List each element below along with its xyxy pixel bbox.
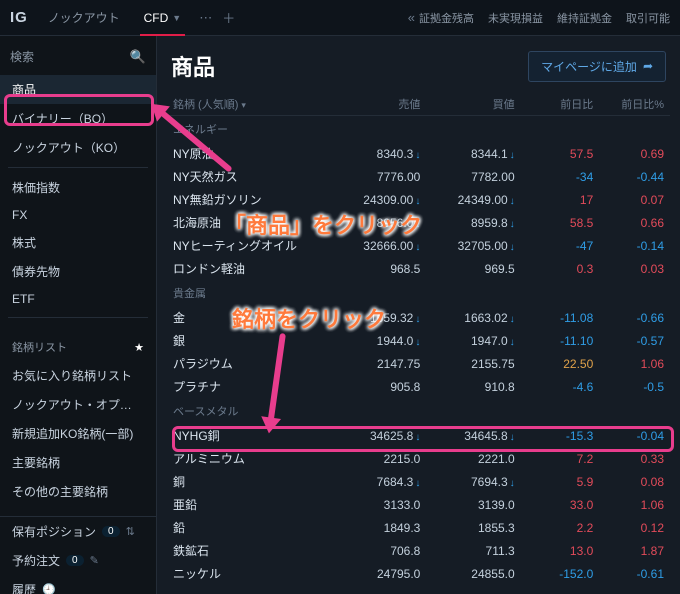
watchlist-header: 銘柄リスト ★ (0, 333, 156, 361)
table-row[interactable]: 亜鉛3133.03139.033.01.06 (167, 493, 670, 516)
sidebar-item[interactable]: ノックアウト（KO） (0, 133, 156, 162)
chevron-down-icon: ▼ (172, 13, 181, 23)
main-header: 商品 マイページに追加 ➦ (157, 36, 680, 92)
scroll-left-icon[interactable]: « (408, 10, 415, 25)
star-icon[interactable]: ★ (134, 341, 144, 354)
count-badge: 0 (66, 555, 84, 566)
page-title: 商品 (171, 50, 215, 82)
table-row[interactable]: 北海原油8956.0↓8959.8↓58.50.66 (167, 211, 670, 234)
search-row[interactable]: 検索 🔍 (10, 48, 146, 65)
watchlist-list: お気に入り銘柄リストノックアウト・オプ…新規追加KO銘柄(一部)主要銘柄その他の… (0, 361, 156, 506)
account-summary: 証拠金残高 未実現損益 維持証拠金 取引可能 (419, 10, 670, 26)
sidebar-item[interactable]: ETF (0, 286, 156, 312)
sidebar-bottom-item[interactable]: 保有ポジション0⇅ (0, 517, 156, 546)
item-icon: 🕘 (42, 583, 56, 594)
app-root: IG ノックアウト CFD ▼ ⋯ ＋ « 証拠金残高 未実現損益 維持証拠金 … (0, 0, 680, 594)
table-row[interactable]: パラジウム2147.752155.7522.501.06 (167, 352, 670, 375)
table-row[interactable]: ニッケル24795.024855.0-152.0-0.61 (167, 562, 670, 585)
col-change-pct[interactable]: 前日比% (599, 96, 670, 112)
table-row[interactable]: 鉄鉱石706.8711.313.01.87 (167, 539, 670, 562)
table-row[interactable]: 金1659.32↓1663.02↓-11.08-0.66 (167, 306, 670, 329)
topbar: IG ノックアウト CFD ▼ ⋯ ＋ « 証拠金残高 未実現損益 維持証拠金 … (0, 0, 680, 36)
col-change[interactable]: 前日比 (521, 96, 600, 112)
table-row[interactable]: NYHG銅34625.8↓34645.8↓-15.3-0.04 (167, 424, 670, 447)
table-row[interactable]: NYヒーティングオイル32666.00↓32705.00↓-47-0.14 (167, 234, 670, 257)
sidebar-item[interactable]: 商品 (0, 75, 156, 104)
sidebar: 検索 🔍 商品バイナリー（BO）ノックアウト（KO） 株価指数FX株式債券先物ET… (0, 36, 157, 594)
tab-label: ノックアウト (48, 9, 120, 26)
table-row[interactable]: 銅7684.3↓7694.3↓5.90.08 (167, 470, 670, 493)
sidebar-item[interactable]: 株価指数 (0, 173, 156, 202)
pnl-label[interactable]: 未実現損益 (488, 10, 543, 26)
sidebar-item[interactable]: その他の主要銘柄 (0, 477, 156, 506)
col-name[interactable]: 銘柄 (人気順)▾ (167, 96, 332, 112)
table-row[interactable]: NY天然ガス7776.007782.00-34-0.44 (167, 165, 670, 188)
tab-more-icon[interactable]: ⋯ (199, 10, 212, 26)
section-header: 貴金属 (167, 280, 670, 306)
table-header: 銘柄 (人気順)▾ 売値 買値 前日比 前日比% (167, 92, 670, 116)
sidebar-bottom-item[interactable]: 履歴🕘 (0, 575, 156, 594)
tab-cfd[interactable]: CFD ▼ (134, 0, 192, 36)
item-icon: ✎ (90, 554, 99, 567)
main-panel: 商品 マイページに追加 ➦ 銘柄 (人気順)▾ 売値 買値 前日比 前日比% エ… (157, 36, 680, 594)
col-buy[interactable]: 買値 (426, 96, 520, 112)
item-icon: ⇅ (126, 525, 135, 538)
balance-label[interactable]: 証拠金残高 (419, 10, 474, 26)
table-row[interactable]: NY無鉛ガソリン24309.00↓24349.00↓170.07 (167, 188, 670, 211)
search-icon: 🔍 (130, 49, 146, 65)
add-to-mypage-button[interactable]: マイページに追加 ➦ (528, 51, 666, 82)
sidebar-item[interactable]: 主要銘柄 (0, 448, 156, 477)
sidebar-item[interactable]: バイナリー（BO） (0, 104, 156, 133)
col-sell[interactable]: 売値 (332, 96, 426, 112)
sort-icon: ▾ (241, 100, 246, 110)
table-body: エネルギーNY原油8340.3↓8344.1↓57.50.69NY天然ガス777… (167, 116, 670, 585)
section-header: ベースメタル (167, 398, 670, 424)
market-table: 銘柄 (人気順)▾ 売値 買値 前日比 前日比% エネルギーNY原油8340.3… (157, 92, 680, 591)
body: 検索 🔍 商品バイナリー（BO）ノックアウト（KO） 株価指数FX株式債券先物ET… (0, 36, 680, 594)
logo: IG (10, 9, 28, 26)
table-row[interactable]: 銀1944.0↓1947.0↓-11.10-0.57 (167, 329, 670, 352)
share-icon: ➦ (643, 59, 653, 73)
sidebar-item[interactable]: 債券先物 (0, 257, 156, 286)
category-list: 商品バイナリー（BO）ノックアウト（KO） 株価指数FX株式債券先物ETF (0, 75, 156, 323)
table-row[interactable]: ロンドン軽油968.5969.50.30.03 (167, 257, 670, 280)
top-tabs: ノックアウト CFD ▼ ⋯ ＋ (38, 0, 235, 36)
section-header: エネルギー (167, 116, 670, 142)
table-row[interactable]: プラチナ905.8910.8-4.6-0.5 (167, 375, 670, 398)
sidebar-item[interactable]: FX (0, 202, 156, 228)
table-row[interactable]: 鉛1849.31855.32.20.12 (167, 516, 670, 539)
tab-add-icon[interactable]: ＋ (222, 8, 235, 27)
sidebar-item[interactable]: ノックアウト・オプ… (0, 390, 156, 419)
sidebar-bottom: 保有ポジション0⇅予約注文0✎履歴🕘アラート🔔 (0, 516, 156, 594)
count-badge: 0 (102, 526, 120, 537)
table-row[interactable]: アルミニウム2215.02221.07.20.33 (167, 447, 670, 470)
tab-label: CFD (144, 11, 169, 25)
sidebar-bottom-item[interactable]: 予約注文0✎ (0, 546, 156, 575)
search-label: 検索 (10, 48, 34, 65)
tab-knockout[interactable]: ノックアウト (38, 0, 130, 36)
available-label[interactable]: 取引可能 (626, 10, 670, 26)
table-row[interactable]: NY原油8340.3↓8344.1↓57.50.69 (167, 142, 670, 165)
margin-label[interactable]: 維持証拠金 (557, 10, 612, 26)
sidebar-item[interactable]: 株式 (0, 228, 156, 257)
sidebar-item[interactable]: お気に入り銘柄リスト (0, 361, 156, 390)
sidebar-item[interactable]: 新規追加KO銘柄(一部) (0, 419, 156, 448)
